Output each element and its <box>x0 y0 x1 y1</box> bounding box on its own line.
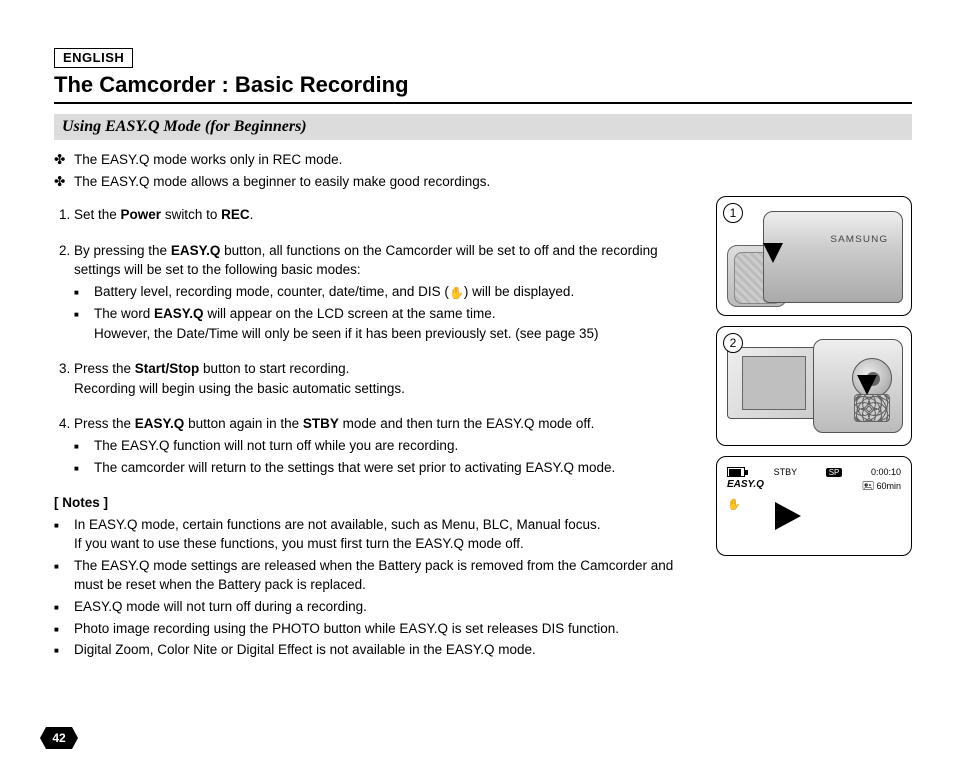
step-4-sub: The camcorder will return to the setting… <box>94 458 694 478</box>
step-2-sub: Battery level, recording mode, counter, … <box>94 282 694 302</box>
tape-icon: 🖭 <box>862 481 874 492</box>
osd-easyq-label: EASY.Q <box>727 479 764 496</box>
text: The word <box>94 306 154 321</box>
text: . <box>250 207 254 222</box>
text: mode and then turn the EASY.Q mode off. <box>339 416 594 431</box>
text-bold: Power <box>121 207 162 222</box>
lcd-screen-illustration <box>727 347 817 419</box>
text: switch to <box>161 207 221 222</box>
note-item: Digital Zoom, Color Nite or Digital Effe… <box>74 640 694 660</box>
note-item: EASY.Q mode will not turn off during a r… <box>74 597 694 617</box>
figure-osd: STBY SP 0:00:10 EASY.Q 🖭 60min ✋ <box>716 456 912 556</box>
text-bold: EASY.Q <box>135 416 185 431</box>
page-number-badge: 42 <box>40 727 78 749</box>
camcorder-body-illustration: SAMSUNG <box>763 211 903 303</box>
note-item: The EASY.Q mode settings are released wh… <box>74 556 694 595</box>
text: Recording will begin using the basic aut… <box>74 381 405 396</box>
speaker-grille-illustration <box>854 394 890 422</box>
osd-counter: 0:00:10 <box>871 467 901 477</box>
step-4-sub: The EASY.Q function will not turn off wh… <box>94 436 694 456</box>
hand-icon: ✋ <box>449 285 464 302</box>
step-3: Press the Start/Stop button to start rec… <box>74 359 694 398</box>
page-title: The Camcorder : Basic Recording <box>54 72 912 104</box>
notes-heading: [ Notes ] <box>54 493 694 513</box>
osd-remaining: 60min <box>876 481 901 491</box>
language-label: ENGLISH <box>54 48 133 68</box>
note-item: Photo image recording using the PHOTO bu… <box>74 619 694 639</box>
osd-stby-label: STBY <box>774 467 798 477</box>
text-bold: STBY <box>303 416 339 431</box>
intro-bullets: The EASY.Q mode works only in REC mode. … <box>54 150 694 191</box>
step-4: Press the EASY.Q button again in the STB… <box>74 414 694 477</box>
arrow-down-icon <box>763 243 783 263</box>
step-2: By pressing the EASY.Q button, all funct… <box>74 241 694 344</box>
text: However, the Date/Time will only be seen… <box>94 326 599 341</box>
battery-icon <box>727 467 745 477</box>
step-1: Set the Power switch to REC. <box>74 205 694 225</box>
figure-number-badge: 1 <box>723 203 743 223</box>
step-2-sub: The word EASY.Q will appear on the LCD s… <box>94 304 694 343</box>
figure-2: 2 <box>716 326 912 446</box>
arrow-right-icon <box>775 502 801 530</box>
text: Battery level, recording mode, counter, … <box>94 284 449 299</box>
body-text-column: The EASY.Q mode works only in REC mode. … <box>54 150 694 662</box>
text: By pressing the <box>74 243 171 258</box>
text: Press the <box>74 416 135 431</box>
page-number: 42 <box>52 731 65 745</box>
note-item: In EASY.Q mode, certain functions are no… <box>74 515 694 554</box>
text-bold: REC <box>221 207 250 222</box>
figure-column: 1 SAMSUNG 2 STBY SP 0:00:10 <box>716 150 912 662</box>
intro-bullet: The EASY.Q mode allows a beginner to eas… <box>74 172 694 192</box>
intro-bullet: The EASY.Q mode works only in REC mode. <box>74 150 694 170</box>
section-subheading: Using EASY.Q Mode (for Beginners) <box>54 114 912 140</box>
arrow-down-icon <box>857 375 877 395</box>
hand-icon: ✋ <box>727 498 901 511</box>
osd-sp-badge: SP <box>826 468 843 477</box>
instruction-steps: Set the Power switch to REC. By pressing… <box>54 205 694 477</box>
text: Press the <box>74 361 135 376</box>
text: button again in the <box>184 416 303 431</box>
text-bold: Start/Stop <box>135 361 200 376</box>
text: button to start recording. <box>199 361 349 376</box>
text: Set the <box>74 207 121 222</box>
figure-number-badge: 2 <box>723 333 743 353</box>
text: ) will be displayed. <box>464 284 574 299</box>
text-bold: EASY.Q <box>171 243 221 258</box>
figure-1: 1 SAMSUNG <box>716 196 912 316</box>
notes-list: In EASY.Q mode, certain functions are no… <box>54 515 694 660</box>
text: will appear on the LCD screen at the sam… <box>204 306 496 321</box>
text-bold: EASY.Q <box>154 306 204 321</box>
brand-label: SAMSUNG <box>831 234 889 244</box>
